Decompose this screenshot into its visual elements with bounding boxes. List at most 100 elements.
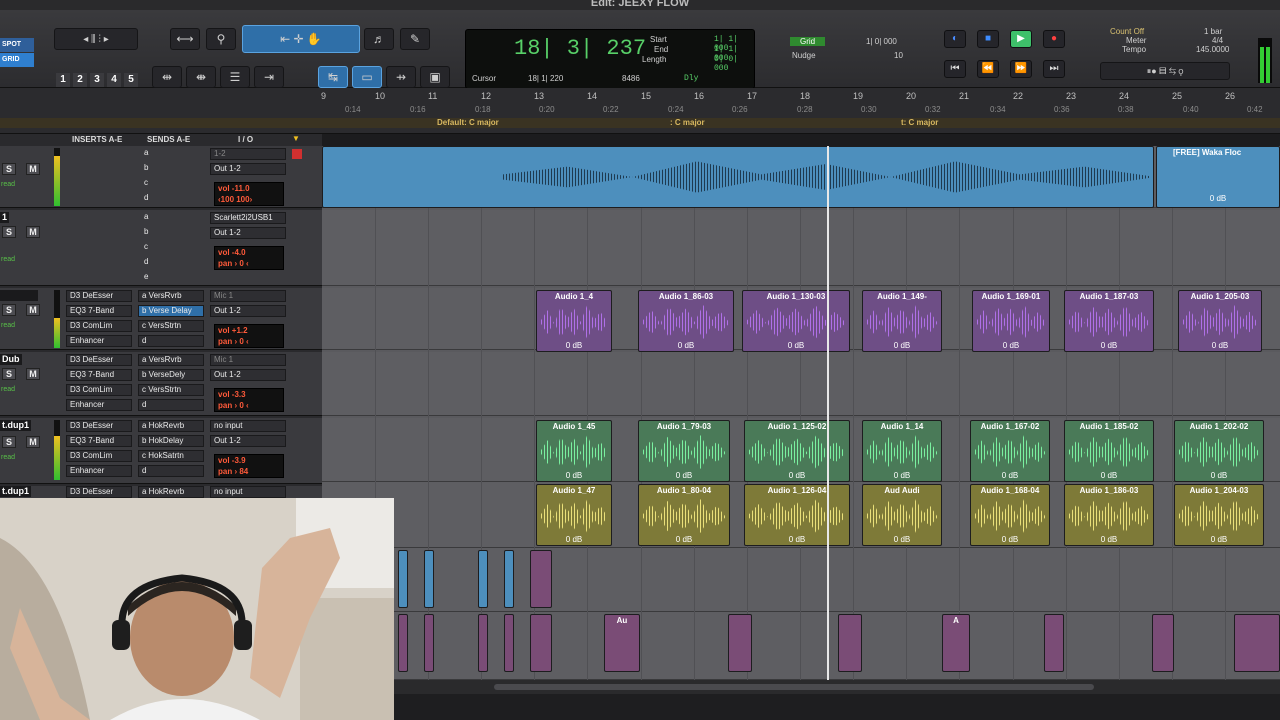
audio-region-small[interactable] [530, 614, 552, 672]
mute-button[interactable]: M [26, 436, 40, 448]
return-to-zero-button[interactable]: ⏮ [944, 60, 966, 78]
audio-region-small[interactable] [728, 614, 752, 672]
input-selector[interactable]: Mic 1 [210, 290, 286, 302]
solo-button[interactable]: S [2, 163, 16, 175]
track-header[interactable]: S M read a b c d 1-2 Out 1-2 vol -11.0 ‹1… [0, 146, 322, 208]
solo-button[interactable]: S [2, 436, 16, 448]
audio-region-small[interactable] [838, 614, 862, 672]
insert-slot-a[interactable]: D3 DeEsser [66, 354, 132, 366]
send-slot-d[interactable]: d [138, 465, 204, 477]
mode-spot[interactable]: SPOT [0, 38, 34, 52]
audio-region[interactable]: Audio 1_130-03 0 dB [742, 290, 850, 352]
audio-region-small[interactable] [530, 550, 552, 608]
send-slot-a[interactable]: a [141, 212, 201, 224]
send-slot-a[interactable]: a VersRvrb [138, 290, 204, 302]
midi-controls[interactable]: ⏸● ▤ ⇆ ⚲ [1100, 62, 1230, 80]
count-off-label[interactable]: Count Off [1110, 27, 1144, 36]
stop-button[interactable]: ■ [977, 30, 999, 48]
insert-slot-d[interactable]: Enhancer [66, 465, 132, 477]
grid-value[interactable]: 1| 0| 000 [866, 37, 897, 46]
mute-button[interactable]: M [26, 304, 40, 316]
grid-button[interactable]: Grid [790, 37, 826, 46]
audio-region-small[interactable] [504, 614, 514, 672]
send-slot-c[interactable]: c VersStrtn [138, 384, 204, 396]
audio-region[interactable]: Audio 1_204-03 0 dB [1174, 484, 1264, 546]
meter-value[interactable]: 4/4 [1212, 36, 1223, 45]
audio-region[interactable]: Aud Audi 0 dB [862, 484, 942, 546]
audio-region-small[interactable] [1234, 614, 1280, 672]
horizontal-scrollbar[interactable] [394, 680, 1280, 694]
insert-slot-d[interactable]: Enhancer [66, 335, 132, 347]
header-options-icon[interactable]: ▼ [292, 134, 300, 143]
selector-tool-b[interactable]: ⇼ [186, 66, 216, 88]
delay-compensation-label[interactable]: Dly [684, 74, 698, 83]
track-lane[interactable] [322, 548, 1280, 612]
track-header[interactable]: 1 S M read a b c d e Scarlett2i2USB1 Out… [0, 210, 322, 286]
tab-to-transient-button[interactable]: ▣ [420, 66, 450, 88]
smart-tool-group[interactable]: ⇤ ✛ ✋ [242, 25, 360, 53]
track-header[interactable]: t.dup1 S M read D3 DeEsser EQ3 7-Band D3… [0, 418, 322, 484]
insert-slot-b[interactable]: EQ3 7-Band [66, 369, 132, 381]
selector-tool-a[interactable]: ⇹ [152, 66, 182, 88]
main-counter[interactable]: 18| 3| 237 Start End Length 1| 1| 000 1|… [465, 29, 755, 89]
audio-region[interactable]: Audio 1_126-04 0 dB [744, 484, 850, 546]
insert-slot-b[interactable]: EQ3 7-Band [66, 435, 132, 447]
audio-region-small[interactable] [398, 550, 408, 608]
send-slot-b[interactable]: b [141, 163, 201, 175]
volume-pan-display[interactable]: vol -3.9 pan › 84 [214, 454, 284, 478]
automation-mode[interactable]: read [1, 454, 15, 461]
link-track-edit-button[interactable]: ▭ [352, 66, 382, 88]
send-slot-d[interactable]: d [138, 335, 204, 347]
insert-slot-a[interactable]: D3 DeEsser [66, 420, 132, 432]
audio-region[interactable]: Audio 1_14 0 dB [862, 420, 942, 482]
track-lane[interactable] [322, 352, 1280, 416]
send-slot-a[interactable]: a HokRevrb [138, 420, 204, 432]
audio-region[interactable]: Audio 1_86-03 0 dB [638, 290, 734, 352]
key-signature-ruler[interactable]: Default: C major : C major t: C major [0, 118, 1280, 128]
send-slot-b[interactable]: b HokDelay [138, 435, 204, 447]
audio-region[interactable]: Audio 1_167-02 0 dB [970, 420, 1050, 482]
insert-slot-a[interactable]: D3 DeEsser [66, 486, 132, 498]
audio-region[interactable]: Audio 1_187-03 0 dB [1064, 290, 1154, 352]
key-marker-3[interactable]: t: C major [901, 118, 938, 127]
mute-button[interactable]: M [26, 163, 40, 175]
zoom-preset-4[interactable]: 4 [107, 73, 121, 87]
link-timeline-edit-button[interactable]: ↹ [318, 66, 348, 88]
tempo-value[interactable]: 145.0000 [1196, 45, 1229, 54]
audio-region-small[interactable] [424, 614, 434, 672]
send-slot-d[interactable]: d [141, 193, 201, 205]
length-value[interactable]: 0| 0| 000 [714, 55, 754, 73]
output-selector[interactable]: Out 1-2 [210, 227, 286, 239]
scrollbar-thumb[interactable] [494, 684, 1094, 690]
send-slot-b[interactable]: b VerseDely [138, 369, 204, 381]
audio-region-small[interactable] [1044, 614, 1064, 672]
insert-slot-c[interactable]: D3 ComLim [66, 450, 132, 462]
audio-region[interactable]: Audio 1_205-03 0 dB [1178, 290, 1262, 352]
automation-mode[interactable]: read [1, 386, 15, 393]
send-slot-a[interactable]: a VersRvrb [138, 354, 204, 366]
volume-pan-display[interactable]: vol +1.2 pan › 0 ‹ [214, 324, 284, 348]
fast-forward-button[interactable]: ⏩ [1010, 60, 1032, 78]
send-slot-b[interactable]: b [141, 227, 201, 239]
automation-mode[interactable]: read [1, 322, 15, 329]
edit-canvas[interactable]: [FREE] Waka Floc 0 dB Audio 1_4 0 dB Audi… [322, 146, 1280, 680]
output-selector[interactable]: Out 1-2 [210, 163, 286, 175]
insert-slot-d[interactable]: Enhancer [66, 399, 132, 411]
audio-region[interactable]: Audio 1_149- 0 dB [862, 290, 942, 352]
online-icon[interactable]: ◐ [944, 30, 966, 48]
solo-button[interactable]: S [2, 368, 16, 380]
insertion-follows-playback-button[interactable]: ⇸ [386, 66, 416, 88]
output-selector[interactable]: Out 1-2 [210, 369, 286, 381]
input-selector[interactable]: no input [210, 420, 286, 432]
selector-tool-c[interactable]: ☰ [220, 66, 250, 88]
input-selector[interactable]: no input [210, 486, 286, 498]
send-slot-d[interactable]: d [141, 257, 201, 269]
audio-region[interactable]: Audio 1_47 0 dB [536, 484, 612, 546]
output-selector[interactable]: Out 1-2 [210, 435, 286, 447]
audio-region[interactable]: Audio 1_4 0 dB [536, 290, 612, 352]
track-lane[interactable] [322, 612, 1280, 680]
go-to-end-button[interactable]: ⏭ [1043, 60, 1065, 78]
track-name[interactable]: 1 [0, 212, 10, 223]
input-selector[interactable]: Scarlett2i2USB1 [210, 212, 286, 224]
audio-region[interactable]: Audio 1_202-02 0 dB [1174, 420, 1264, 482]
